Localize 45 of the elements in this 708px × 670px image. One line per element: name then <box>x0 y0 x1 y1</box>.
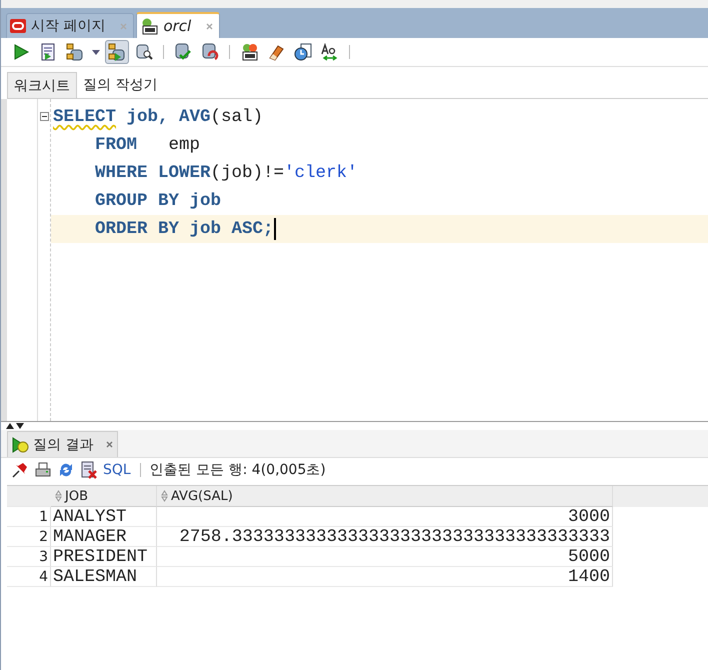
code-line: FROM emp <box>94 135 200 155</box>
oracle-icon <box>10 19 26 33</box>
code-line: SELECT job, AVG(sal) <box>52 107 264 127</box>
column-header[interactable]: AVG(SAL) <box>157 486 613 507</box>
row-number: 4 <box>7 567 51 587</box>
sql-file-icon <box>140 18 158 34</box>
table-cell: 2758.333333333333333333333333333333333333 <box>157 527 613 547</box>
pin-icon[interactable] <box>11 461 29 479</box>
code-line: ORDER BY job ASC; <box>94 218 276 240</box>
tab-label: orcl <box>163 17 192 35</box>
sql-link[interactable]: SQL <box>103 462 131 478</box>
document-tab[interactable]: orcl <box>136 12 220 38</box>
text-cursor <box>274 218 276 240</box>
table-cell: SALESMAN <box>51 567 157 587</box>
tab-label: 질의 결과 <box>33 436 94 454</box>
clear-icon[interactable] <box>80 461 98 479</box>
collapse-icon[interactable] <box>40 112 49 121</box>
code-line: WHERE LOWER(job)!='clerk' <box>94 163 358 183</box>
status-text: 인출된 모든 행: 4(0,005초) <box>150 461 326 479</box>
table-cell: 5000 <box>157 547 613 567</box>
results-tab[interactable]: 질의 결과 <box>7 431 118 457</box>
table-cell: 3000 <box>157 507 613 527</box>
printer-icon[interactable] <box>34 461 52 479</box>
row-number: 2 <box>7 527 51 547</box>
row-number: 1 <box>7 507 51 527</box>
table-cell: ANALYST <box>51 507 157 527</box>
header-label: AVG(SAL) <box>171 488 233 504</box>
sql-editor[interactable]: SELECT job, AVG(sal) FROM emp WHERE LOWER(job)!='clerk' GROUP BY job ORDER BY job ASC; <box>1 99 708 422</box>
run-result-icon <box>12 436 30 452</box>
editor-tab[interactable]: 워크시트 <box>7 72 77 98</box>
table-cell: MANAGER <box>51 527 157 547</box>
header-label: JOB <box>65 488 88 504</box>
dropdown-caret-icon[interactable] <box>92 50 100 54</box>
code-line: GROUP BY job <box>94 191 222 211</box>
editor-tab[interactable]: 질의 작성기 <box>77 72 164 97</box>
close-icon[interactable] <box>106 441 114 448</box>
row-number: 3 <box>7 547 51 567</box>
column-header[interactable]: JOB <box>51 486 157 507</box>
refresh-icon[interactable] <box>57 461 75 479</box>
tab-label: 시작 페이지 <box>31 17 106 35</box>
table-cell: 1400 <box>157 567 613 587</box>
table-cell: PRESIDENT <box>51 547 157 567</box>
splitter-arrows-icon[interactable] <box>5 422 25 430</box>
database-flow-icon[interactable] <box>105 40 129 64</box>
document-tab[interactable]: 시작 페이지 <box>6 13 134 38</box>
